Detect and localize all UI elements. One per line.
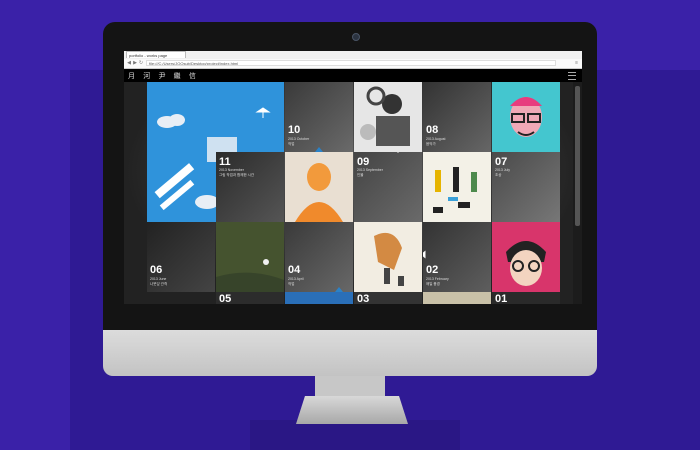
browser-tab[interactable]: portfolio - works page <box>126 51 186 58</box>
tile-02[interactable]: 02 2013 February 매일 풍경 <box>423 222 491 292</box>
tile-08[interactable]: 08 2013 August 음악가 <box>423 82 491 152</box>
tile-07[interactable]: 07 2013 July 초상 <box>492 152 560 222</box>
tile-01[interactable]: 01 <box>492 292 560 304</box>
address-bar[interactable]: file:///C:/Users/JOOsub/Desktop/project/… <box>146 60 556 66</box>
illustration-portrait <box>492 82 560 152</box>
tile-03[interactable]: 03 <box>354 292 422 304</box>
tile-11[interactable]: 11 2013 November 그림 작업과 함께한 시간 <box>216 152 284 222</box>
tile-05[interactable]: 05 <box>216 292 284 304</box>
illustration-musician <box>354 82 422 152</box>
reload-icon[interactable]: ↻ <box>138 60 144 66</box>
scrollbar[interactable] <box>573 82 582 304</box>
site-logo[interactable]: 月 河 尹 繼 信 <box>128 71 199 81</box>
tile-image-pink-portrait[interactable] <box>492 222 560 292</box>
hamburger-menu-icon[interactable] <box>568 72 576 80</box>
illustration-orange-figure <box>285 152 353 222</box>
monitor-screen: portfolio - works page ◀ ▶ ↻ file:///C:/… <box>124 51 582 304</box>
tile-pointer-icon <box>423 250 426 259</box>
tile-04[interactable]: 04 2013 April 작업 <box>285 222 353 292</box>
tile-image-orange-figure[interactable] <box>285 152 353 222</box>
illustration-kneeling <box>354 222 422 292</box>
stand-shadow <box>250 420 460 450</box>
monitor-base <box>296 396 408 424</box>
scrollbar-thumb[interactable] <box>575 86 580 226</box>
tile-image-kneeling-figure[interactable] <box>354 222 422 292</box>
site-header: 月 河 尹 繼 信 <box>124 69 582 82</box>
tile-09[interactable]: 09 2013 September 인물 <box>354 152 422 222</box>
scene: portfolio - works page ◀ ▶ ↻ file:///C:/… <box>0 0 700 450</box>
tile-image-portrait-glasses[interactable] <box>492 82 560 152</box>
tile-06[interactable]: 06 2013 June 나뭇잎 관객 <box>147 222 215 292</box>
apple-logo-icon <box>343 340 361 362</box>
tile-image-bottom[interactable] <box>423 292 491 304</box>
tile-pointer-icon <box>394 152 402 153</box>
monitor-neck <box>315 376 385 398</box>
illustration-green-field <box>216 222 284 292</box>
tile-image-green-field[interactable] <box>216 222 284 292</box>
browser-toolbar: ◀ ▶ ↻ file:///C:/Users/JOOsub/Desktop/pr… <box>124 59 582 69</box>
portfolio-grid-area: 11 2013 November 그림 작업과 함께한 시간 10 2013 O… <box>124 82 582 304</box>
camera-icon <box>352 33 360 41</box>
illustration-pink-portrait <box>492 222 560 292</box>
portfolio-grid: 11 2013 November 그림 작업과 함께한 시간 10 2013 O… <box>147 82 560 304</box>
tile-image-blue-bottom[interactable] <box>285 292 353 304</box>
browser-menu-icon[interactable]: ≡ <box>575 60 578 66</box>
tile-image-people[interactable] <box>423 152 491 222</box>
tile-image-musician[interactable] <box>354 82 422 152</box>
illustration-people <box>423 152 491 222</box>
tile-10[interactable]: 10 2013 October 작업 <box>285 82 353 152</box>
